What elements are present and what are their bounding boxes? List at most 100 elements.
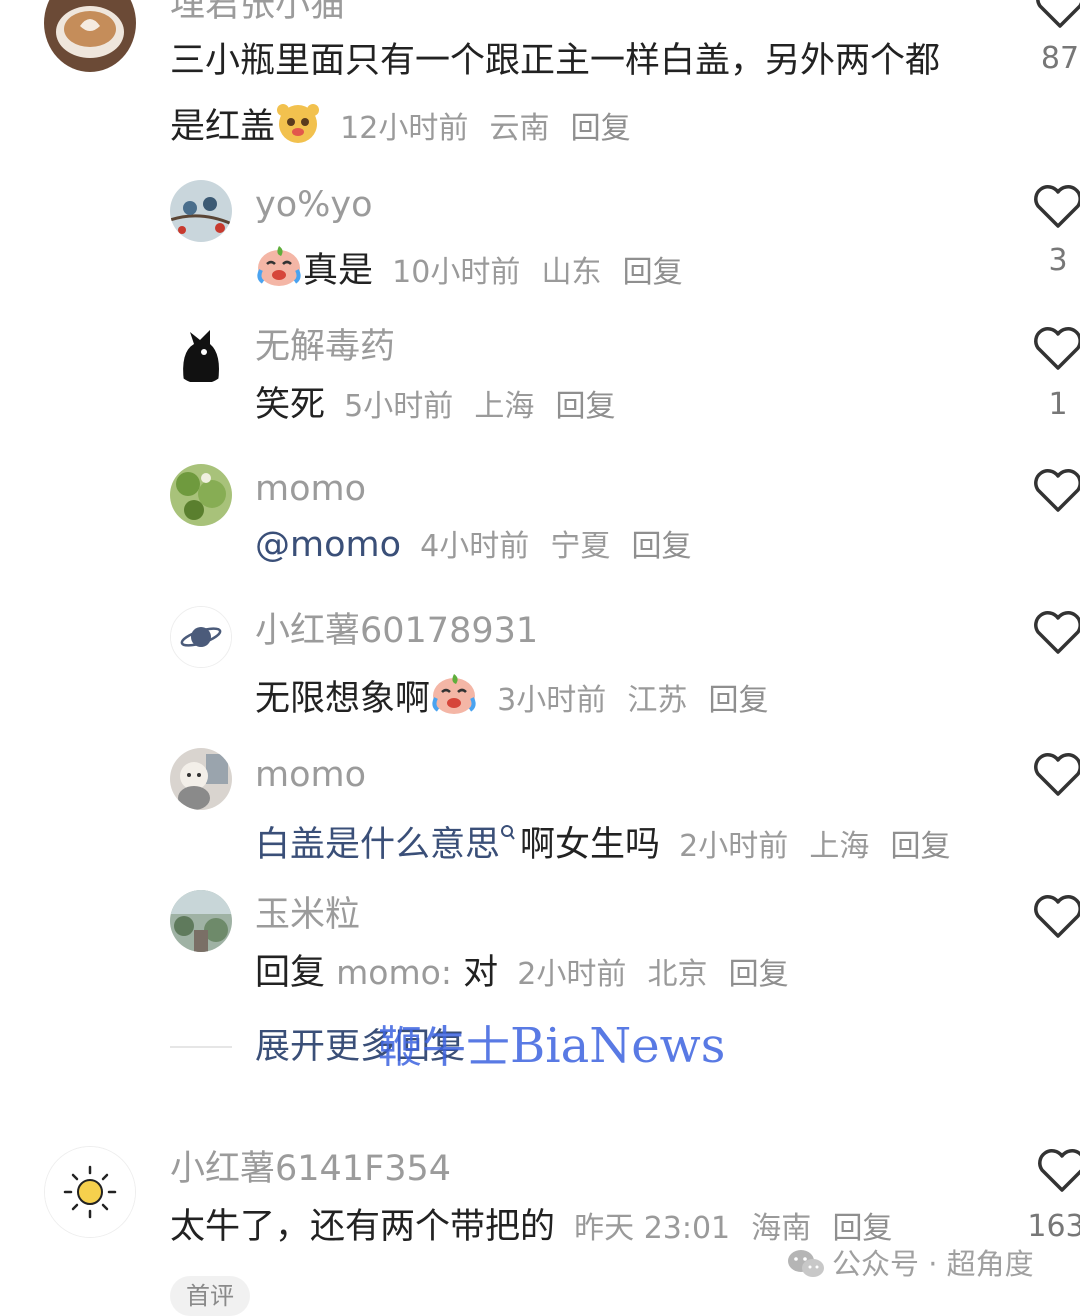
comment-time: 5小时前 — [344, 389, 454, 424]
comment-username[interactable]: 小红薯6141F354 — [170, 1152, 451, 1187]
heart-icon — [1034, 611, 1080, 654]
like-count: 87 — [1040, 41, 1080, 76]
avatar[interactable] — [170, 464, 232, 526]
garden-avatar-icon — [170, 890, 232, 952]
like-button[interactable] — [1030, 326, 1080, 372]
like-count: 163 — [1027, 1209, 1080, 1244]
watermark-cn: 鞭牛士 — [378, 1022, 510, 1073]
comment-time: 昨天 23:01 — [574, 1211, 731, 1246]
reply-button[interactable]: 回复 — [709, 683, 769, 718]
plant-avatar-icon — [170, 464, 232, 526]
crying-laugh-emoji-icon — [430, 672, 478, 723]
avatar[interactable] — [170, 606, 232, 668]
comment-text: 笑死 — [255, 385, 326, 425]
comment-text: 无限想象啊 — [255, 679, 431, 719]
search-keyword-link[interactable]: 白盖是什么意思 — [255, 825, 500, 865]
comment-username[interactable]: yo%yo — [255, 188, 373, 223]
heart-icon — [1038, 1149, 1080, 1192]
footer-label: 公众号 · 超角度 — [832, 1247, 1034, 1281]
reply-button[interactable]: 回复 — [891, 829, 951, 864]
comment-username[interactable]: 玉米粒 — [255, 898, 360, 933]
reply-button[interactable]: 回复 — [556, 389, 616, 424]
bear-face-emoji-icon — [275, 100, 321, 151]
comment-location: 江苏 — [627, 683, 688, 718]
comment-text-line: @momo 4小时前 宁夏 回复 — [255, 528, 692, 563]
comment-location: 宁夏 — [550, 529, 611, 564]
watermark-en: BiaNews — [510, 1018, 726, 1074]
like-button[interactable] — [1032, 0, 1080, 30]
comment-text: 啊女生吗 — [520, 825, 661, 865]
comment-location: 上海 — [474, 389, 535, 424]
heart-icon — [1034, 327, 1080, 370]
comment-location: 北京 — [647, 957, 708, 992]
comment-text: 三小瓶里面只有一个跟正主一样白盖，另外两个都 — [170, 41, 941, 81]
like-button[interactable] — [1030, 894, 1080, 940]
like-button[interactable] — [1030, 468, 1080, 514]
comment-username[interactable]: 无解毒药 — [255, 330, 395, 365]
comment-location: 云南 — [489, 111, 550, 146]
wechat-account-mark: 公众号 · 超角度 — [786, 1248, 1034, 1285]
plush-toy-avatar-icon — [170, 748, 232, 810]
comment-text-line: 笑死 5小时前 上海 回复 — [255, 388, 616, 423]
avatar[interactable] — [170, 890, 232, 952]
like-button[interactable] — [1030, 184, 1080, 230]
comment-text: 太牛了，还有两个带把的 — [170, 1207, 556, 1247]
comment-time: 4小时前 — [420, 529, 530, 564]
like-count: 3 — [1048, 243, 1068, 278]
like-button[interactable] — [1030, 610, 1080, 656]
heart-icon — [1036, 0, 1080, 28]
like-button[interactable] — [1034, 1148, 1080, 1194]
comment-location: 山东 — [541, 255, 602, 290]
comment-text: 对 — [463, 953, 499, 993]
crying-laugh-emoji-icon — [255, 244, 303, 295]
comment-time: 3小时前 — [497, 683, 607, 718]
reply-target-username[interactable]: momo: — [336, 953, 452, 992]
birds-avatar-icon — [170, 180, 232, 242]
heart-icon — [1034, 185, 1080, 228]
reply-button[interactable]: 回复 — [571, 111, 631, 146]
avatar[interactable] — [44, 1146, 136, 1238]
reply-button[interactable]: 回复 — [632, 529, 692, 564]
comment-location: 海南 — [751, 1211, 812, 1246]
comment-text-line: 白盖是什么意思 啊女生吗 2小时前 上海 回复 — [255, 814, 951, 863]
comment-text-line: 太牛了，还有两个带把的 昨天 23:01 海南 回复 — [170, 1210, 892, 1245]
comment-text-line2: 是红盖 12小时前 云南 回复 — [170, 100, 631, 151]
reply-button[interactable]: 回复 — [729, 957, 789, 992]
comment-time: 10小时前 — [392, 255, 521, 290]
comment-text-cont: 是红盖 — [170, 107, 276, 147]
comment-username[interactable]: momo — [255, 758, 366, 793]
wechat-icon — [786, 1248, 826, 1285]
reply-button[interactable]: 回复 — [832, 1211, 892, 1246]
avatar[interactable] — [170, 748, 232, 810]
comment-location: 上海 — [809, 829, 870, 864]
comment-time: 2小时前 — [517, 957, 627, 992]
comment-username[interactable]: momo — [255, 472, 366, 507]
watermark: 鞭牛士BiaNews — [378, 1022, 725, 1070]
comment-text-line: 真是 10小时前 山东 回复 — [255, 244, 683, 295]
heart-icon — [1034, 895, 1080, 938]
heart-icon — [1034, 753, 1080, 796]
search-icon[interactable] — [500, 814, 516, 849]
like-count: 1 — [1048, 387, 1068, 422]
avatar[interactable] — [44, 0, 136, 72]
expand-divider — [170, 1046, 232, 1048]
comment-username[interactable]: 小红薯60178931 — [255, 614, 538, 649]
comment-text-line: 无限想象啊 3小时前 江苏 回复 — [255, 672, 769, 723]
sun-avatar-icon — [45, 1147, 135, 1237]
heart-icon — [1034, 469, 1080, 512]
reply-button[interactable]: 回复 — [623, 255, 683, 290]
comment-username[interactable]: 埋君张小猫 — [170, 0, 345, 23]
like-button[interactable] — [1030, 752, 1080, 798]
comment-text: 真是 — [303, 251, 374, 291]
comment-time: 12小时前 — [340, 111, 469, 146]
comment-text-line: 回复 momo: 对 2小时前 北京 回复 — [255, 956, 789, 991]
planet-avatar-icon — [171, 607, 231, 667]
avatar[interactable] — [170, 180, 232, 242]
reply-prefix: 回复 — [255, 953, 326, 993]
avatar[interactable] — [170, 322, 232, 384]
coffee-avatar-icon — [44, 0, 136, 72]
black-cat-avatar-icon — [170, 322, 232, 384]
first-comment-badge: 首评 — [170, 1276, 250, 1316]
comment-time: 2小时前 — [679, 829, 789, 864]
mention-link[interactable]: @momo — [255, 525, 401, 565]
